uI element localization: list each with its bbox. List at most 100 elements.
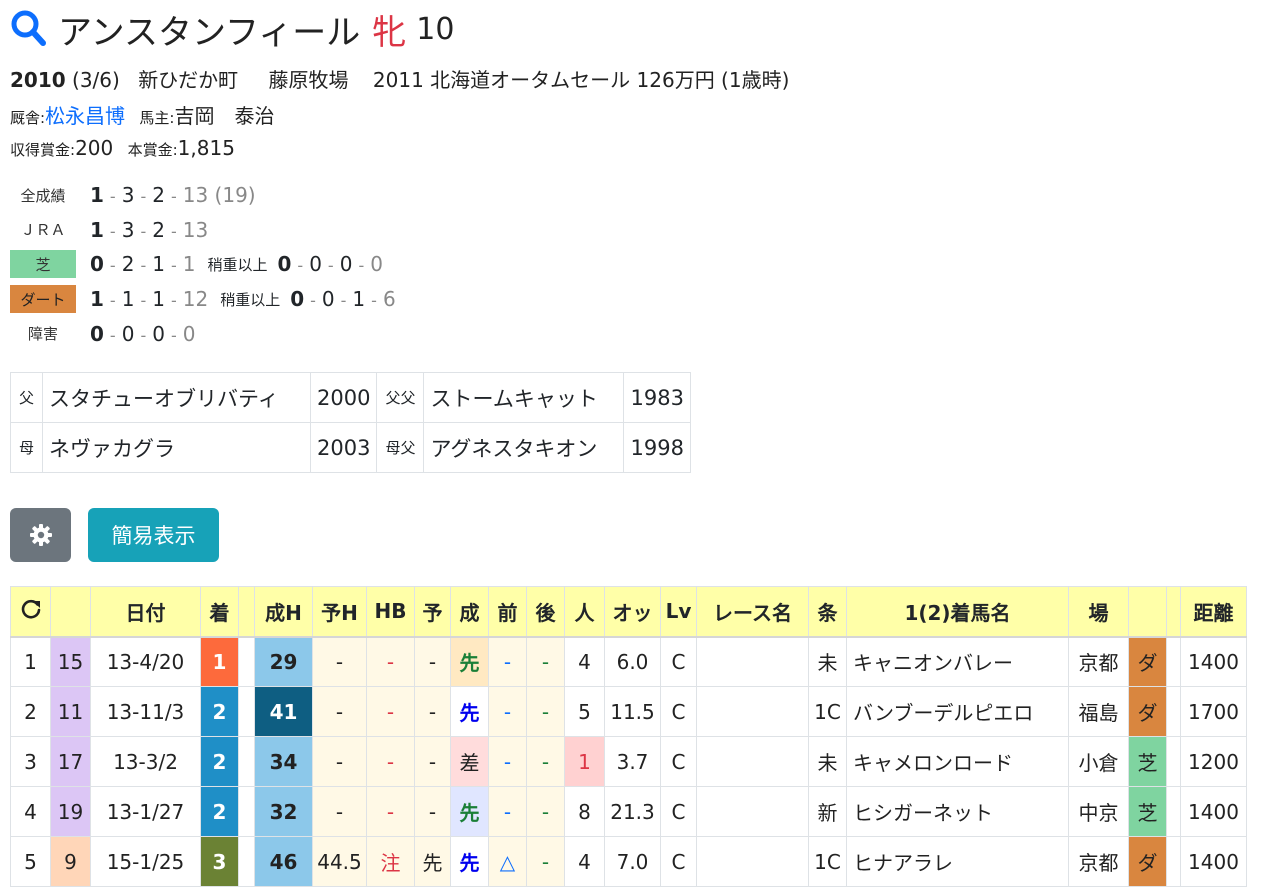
horse-name: アンスタンフィール: [58, 12, 361, 53]
frame-number: 17: [50, 736, 91, 787]
record-thirds: 1: [152, 252, 165, 277]
dam-year: 2003: [310, 422, 378, 473]
race-condition: 1C: [808, 836, 847, 887]
record-row-dirt: ダート 1-1-1-12 稍重以上 0-0-1-6: [10, 282, 396, 317]
odds: 3.7: [604, 736, 661, 787]
record-label: ＪＲＡ: [20, 221, 66, 240]
birth-info: 2010 (3/6) 新ひだか町 藤原牧場 2011 北海道オータムセール 12…: [10, 64, 789, 93]
col-waku: [50, 586, 91, 638]
turf-badge: 芝: [10, 250, 76, 279]
front-mark: -: [488, 736, 527, 787]
col-spacer2: [1166, 586, 1181, 638]
race-name[interactable]: [696, 736, 809, 787]
sire-sire-name[interactable]: ストームキャット: [423, 372, 625, 423]
back-mark: -: [526, 736, 565, 787]
distance: 1400: [1180, 786, 1247, 837]
heavy-wins: 0: [277, 252, 292, 277]
dam-name[interactable]: ネヴァカグラ: [42, 422, 312, 473]
record-wins: 1: [90, 183, 104, 208]
table-row[interactable]: 1 15 13-4/20 1 29 - - - 先 - - 4 6.0 C 未 …: [10, 636, 1247, 687]
col-condition[interactable]: 条: [808, 586, 847, 638]
distance: 1200: [1180, 736, 1247, 787]
gear-icon: [29, 524, 52, 546]
surface-badge: ダ: [1128, 686, 1167, 737]
race-date[interactable]: 13-4/20: [90, 636, 201, 687]
table-row[interactable]: 4 19 13-1/27 2 32 - - - 先 - - 8 21.3 C 新…: [10, 786, 1247, 837]
col-venue[interactable]: 場: [1068, 586, 1129, 638]
dam-sire-name[interactable]: アグネスタキオン: [423, 422, 625, 473]
col-level[interactable]: Lv: [660, 586, 697, 638]
dam-tag: 母: [9, 422, 44, 473]
pred-style: -: [414, 686, 451, 737]
col-pred-h[interactable]: 予H: [312, 586, 367, 638]
race-name[interactable]: [696, 786, 809, 837]
hb-mark: -: [366, 786, 415, 837]
col-distance[interactable]: 距離: [1180, 586, 1247, 638]
refresh-button[interactable]: [10, 586, 51, 638]
winner-name[interactable]: キャニオンバレー: [846, 636, 1069, 687]
col-result-h[interactable]: 成H: [254, 586, 313, 638]
dam-sire-year: 1998: [623, 422, 691, 473]
winner-name[interactable]: キャメロンロード: [846, 736, 1069, 787]
settings-button[interactable]: [10, 508, 71, 562]
search-icon[interactable]: [10, 9, 46, 49]
table-row[interactable]: 2 11 13-11/3 2 41 - - - 先 - - 5 11.5 C 1…: [10, 686, 1247, 737]
frame-number: 9: [50, 836, 91, 887]
distance: 1400: [1180, 836, 1247, 887]
back-mark: -: [526, 636, 565, 687]
col-race-name[interactable]: レース名: [696, 586, 809, 638]
frame-number: 11: [50, 686, 91, 737]
finish-rank: 2: [200, 736, 239, 787]
horse-title: アンスタンフィール 牝 10: [10, 6, 455, 53]
col-hb[interactable]: HB: [366, 586, 415, 638]
race-date[interactable]: 13-3/2: [90, 736, 201, 787]
race-history-table: 日付 着 成H 予H HB 予 成 前 後 人 オッ Lv レース名 条 1(2…: [10, 586, 1247, 887]
pred-h: 44.5: [312, 836, 367, 887]
pedigree-row-dam: 母 ネヴァカグラ 2003 母父 アグネスタキオン 1998: [9, 422, 691, 473]
result-h: 29: [254, 636, 313, 687]
race-date[interactable]: 13-11/3: [90, 686, 201, 737]
record-seconds: 0: [121, 321, 135, 346]
heavy-thirds: 0: [339, 252, 353, 277]
race-date[interactable]: 13-1/27: [90, 786, 201, 837]
result-style: 先: [450, 786, 489, 837]
col-popularity[interactable]: 人: [564, 586, 605, 638]
surface-badge: 芝: [1128, 786, 1167, 837]
race-name[interactable]: [696, 686, 809, 737]
record-seconds: 3: [121, 183, 135, 208]
winner-name[interactable]: ヒナアラレ: [846, 836, 1069, 887]
col-front[interactable]: 前: [488, 586, 527, 638]
surface-badge: 芝: [1128, 736, 1167, 787]
race-name[interactable]: [696, 636, 809, 687]
col-rank[interactable]: 着: [200, 586, 239, 638]
heavy-seconds: 0: [309, 252, 322, 277]
spacer-cell: [238, 636, 255, 687]
record-seconds: 1: [121, 287, 135, 312]
col-winner[interactable]: 1(2)着馬名: [846, 586, 1069, 638]
sire-name[interactable]: スタチューオブリバティ: [42, 372, 312, 423]
horse-age: 10: [416, 11, 455, 47]
col-odds[interactable]: オッ: [604, 586, 661, 638]
col-result[interactable]: 成: [450, 586, 489, 638]
popularity: 4: [564, 636, 605, 687]
trainer-link[interactable]: 松永昌博: [45, 104, 125, 128]
owner-name: 吉岡 泰治: [174, 104, 275, 128]
race-date[interactable]: 15-1/25: [90, 836, 201, 887]
col-back[interactable]: 後: [526, 586, 565, 638]
level: C: [660, 836, 697, 887]
table-row[interactable]: 3 17 13-3/2 2 34 - - - 差 - - 1 3.7 C 未 キ…: [10, 736, 1247, 787]
record-label: 障害: [27, 325, 58, 344]
race-name[interactable]: [696, 836, 809, 887]
sire-sire-tag: 父父: [376, 372, 425, 423]
spacer-cell: [238, 736, 255, 787]
simple-view-button[interactable]: 簡易表示: [88, 508, 219, 562]
col-date[interactable]: 日付: [90, 586, 201, 638]
col-pred[interactable]: 予: [414, 586, 451, 638]
table-row[interactable]: 5 9 15-1/25 3 46 44.5 注 先 先 △ - 4 7.0 C …: [10, 836, 1247, 887]
winner-name[interactable]: ヒシガーネット: [846, 786, 1069, 837]
row-number: 2: [10, 686, 51, 737]
odds: 11.5: [604, 686, 661, 737]
record-wins: 0: [90, 252, 104, 277]
winner-name[interactable]: バンブーデルピエロ: [846, 686, 1069, 737]
record-row-jump: 障害 0-0-0-0: [10, 316, 396, 351]
